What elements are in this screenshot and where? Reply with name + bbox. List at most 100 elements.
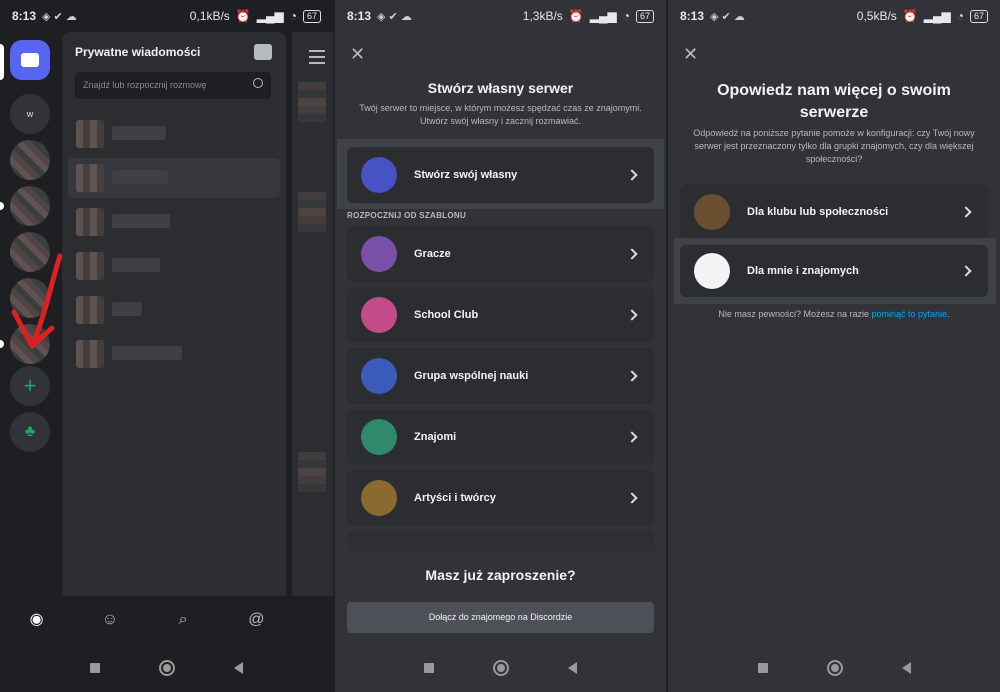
chevron-right-icon [626, 248, 638, 260]
status-time: 8:13 [347, 9, 372, 23]
dm-list-item[interactable] [68, 158, 280, 198]
signal-icon: ▂▄▆ [923, 9, 951, 23]
discover-servers-button[interactable]: ♣ [10, 412, 50, 452]
recents-icon[interactable] [757, 663, 768, 673]
dm-search-input[interactable]: Znajdź lub rozpocznij rozmowę [75, 72, 271, 99]
server-initial: w [26, 109, 34, 119]
home-icon[interactable] [492, 660, 509, 676]
bottom-tab-bar: ◉ ☺ ⌕ @ [0, 596, 333, 644]
create-own-option[interactable]: Stwórz swój własny [347, 147, 654, 203]
status-icons: ◈ ✔ ☁ [42, 10, 77, 23]
option-label: Grupa wspólnej nauki [414, 370, 529, 382]
back-icon[interactable] [901, 662, 911, 674]
red-arrow-annotation [11, 253, 63, 349]
section-header: ROZPOCZNIJ OD SZABLONU [347, 211, 467, 220]
join-friend-button[interactable]: Dołącz do znajomego na Discordzie [347, 602, 654, 633]
battery-icon: 67 [302, 9, 321, 23]
status-bar: 8:13 ◈ ✔ ☁ 0,1kB/s ⏰ ▂▄▆ ◔ 67 [0, 0, 333, 32]
template-option[interactable]: Znajomi [347, 409, 654, 465]
unread-indicator [0, 340, 4, 348]
direct-messages-pane: Prywatne wiadomości Znajdź lub rozpoczni… [62, 32, 286, 596]
alarm-icon: ⏰ [235, 9, 251, 23]
option-label: School Club [414, 309, 479, 321]
template-option[interactable]: Gracze [347, 226, 654, 282]
back-icon[interactable] [234, 662, 244, 674]
template-option[interactable]: Artyści i twórcy [347, 470, 654, 526]
menu-icon[interactable] [309, 50, 325, 68]
battery-icon: 67 [635, 9, 654, 23]
dm-list-item[interactable] [68, 246, 280, 286]
unsure-label: Nie masz pewności? Możesz na razie [718, 309, 869, 319]
back-icon[interactable] [567, 662, 577, 674]
status-bar: 8:13 ◈ ✔ ☁ 0,5kB/s ⏰ ▂▄▆ ◔ 67 [668, 0, 1000, 32]
chevron-right-icon [626, 169, 638, 181]
template-option[interactable]: Grupa wspólnej nauki [347, 348, 654, 404]
recents-icon[interactable] [424, 663, 435, 673]
chevron-right-icon [626, 431, 638, 443]
add-server-button[interactable]: + [10, 366, 50, 406]
gamer-template-icon [361, 236, 397, 272]
friends-template-icon [361, 419, 397, 455]
recents-icon[interactable] [89, 663, 100, 673]
signal-icon: ▂▄▆ [256, 9, 284, 23]
network-speed: 1,3kB/s [522, 9, 563, 23]
dm-list-item[interactable] [68, 334, 280, 374]
android-nav-bar [335, 644, 666, 692]
plus-icon: + [23, 373, 37, 398]
server-purpose-panel: 8:13 ◈ ✔ ☁ 0,5kB/s ⏰ ▂▄▆ ◔ 67 ✕ Opowiedz… [668, 0, 1000, 692]
server-icon[interactable] [10, 140, 50, 180]
create-own-icon [361, 157, 397, 193]
option-label: Znajomi [414, 431, 457, 443]
signal-icon: ▂▄▆ [589, 9, 617, 23]
discover-servers-icon: ♣ [24, 423, 36, 440]
dm-list-item[interactable] [68, 114, 280, 154]
search-icon[interactable]: ⌕ [173, 612, 193, 628]
wifi-icon: ◔ [622, 9, 630, 23]
dm-title: Prywatne wiadomości [75, 45, 201, 59]
android-nav-bar [0, 644, 333, 692]
community-icon [694, 194, 730, 230]
battery-icon: 67 [969, 9, 988, 23]
network-speed: 0,1kB/s [189, 9, 230, 23]
server-icon-w[interactable]: w [10, 94, 50, 134]
home-icon[interactable] [826, 660, 843, 676]
dm-list-item[interactable] [68, 202, 280, 242]
skip-question-link[interactable]: pominąć to pytanie [872, 309, 948, 319]
close-icon[interactable]: ✕ [683, 45, 698, 63]
network-speed: 0,5kB/s [856, 9, 897, 23]
modal-subtitle: Twój serwer to miejsce, w którym możesz … [359, 103, 642, 126]
community-option[interactable]: Dla klubu lub społeczności [680, 184, 988, 240]
home-icon[interactable] [158, 660, 175, 676]
direct-messages-button[interactable] [10, 40, 50, 80]
status-icons: ◈ ✔ ☁ [377, 10, 412, 23]
modal-title: Opowiedz nam więcej o swoim serwerze [717, 82, 951, 121]
chevron-right-icon [960, 206, 972, 218]
option-label: Artyści i twórcy [414, 492, 496, 504]
artists-template-icon [361, 480, 397, 516]
search-icon [253, 78, 263, 88]
alarm-icon: ⏰ [902, 9, 918, 23]
dm-list-item[interactable] [68, 290, 280, 330]
wifi-icon: ◔ [289, 9, 297, 23]
status-icons: ◈ ✔ ☁ [710, 10, 745, 23]
mentions-icon[interactable]: @ [246, 612, 266, 628]
school-club-icon [361, 297, 397, 333]
chevron-right-icon [626, 492, 638, 504]
option-label: Dla mnie i znajomych [747, 265, 859, 277]
chevron-right-icon [626, 309, 638, 321]
template-option[interactable]: School Club [347, 287, 654, 343]
server-icon[interactable] [10, 186, 50, 226]
new-dm-icon[interactable] [254, 44, 272, 60]
discord-home-icon[interactable]: ◉ [27, 612, 47, 628]
chevron-right-icon [626, 370, 638, 382]
close-icon[interactable]: ✕ [350, 45, 365, 63]
side-strip [292, 32, 333, 596]
option-label: Gracze [414, 248, 451, 260]
option-label: Dla klubu lub społeczności [747, 206, 889, 218]
chevron-right-icon [960, 265, 972, 277]
discord-dm-icon [21, 53, 39, 67]
android-nav-bar [668, 644, 1000, 692]
friends-option[interactable]: Dla mnie i znajomych [680, 245, 988, 297]
search-placeholder: Znajdź lub rozpocznij rozmowę [83, 80, 207, 90]
friends-icon[interactable]: ☺ [100, 612, 120, 628]
